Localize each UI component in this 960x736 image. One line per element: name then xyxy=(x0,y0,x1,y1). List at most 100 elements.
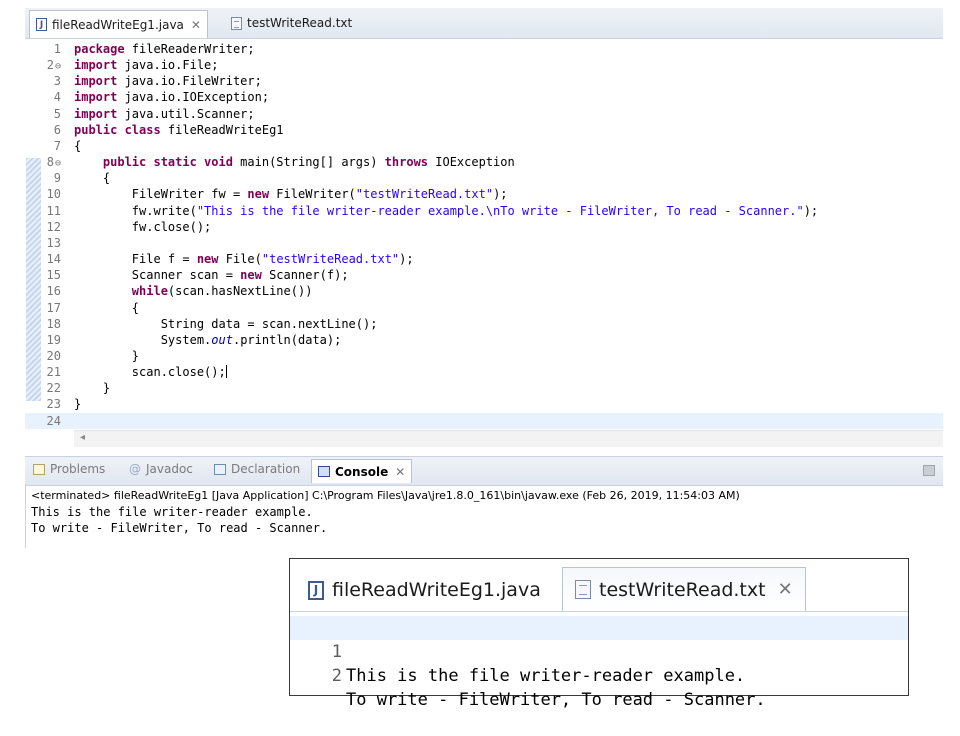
string-literal: "testWriteRead.txt" xyxy=(355,187,494,202)
code-text: java.io.File; xyxy=(117,58,219,73)
java-file-icon: J xyxy=(308,580,324,600)
code-line: 16 while(scan.hasNextLine()) xyxy=(25,283,943,299)
keyword: import xyxy=(74,74,118,89)
line-text: To write - FileWriter, To read - Scanner… xyxy=(346,690,766,710)
code-text: IOException xyxy=(428,155,515,170)
tab-javadoc[interactable]: @ Javadoc xyxy=(129,462,193,476)
code-text: .println(data); xyxy=(232,332,342,347)
code-text: FileWriter fw = xyxy=(131,187,248,202)
code-text: fw.close(); xyxy=(131,219,212,234)
static-field: out xyxy=(211,332,233,347)
minimize-icon[interactable] xyxy=(923,465,935,476)
tab-filereadwriteeg1-java[interactable]: J fileReadWriteEg1.java ✕ xyxy=(29,10,208,38)
code-line: 6 public class fileReadWriteEg1 xyxy=(25,122,943,138)
code-line: 1 package fileReaderWriter; xyxy=(25,41,943,57)
horizontal-scrollbar[interactable]: ◂ xyxy=(74,430,943,447)
java-file-icon: J xyxy=(36,18,47,31)
keyword: new xyxy=(196,252,219,267)
console-output-line: To write - FileWriter, To read - Scanner… xyxy=(31,521,328,535)
tab-label: Problems xyxy=(50,462,106,476)
editor-tab-bar: J fileReadWriteEg1.java ✕ testWriteRead.… xyxy=(25,8,943,39)
close-icon[interactable]: ✕ xyxy=(395,465,405,479)
console-tab-bar: Problems @ Javadoc Declaration Console ✕ xyxy=(25,456,943,486)
line-number: 24 xyxy=(46,413,61,428)
line-number: 7 xyxy=(53,138,61,153)
code-text: } xyxy=(74,397,82,412)
keyword: public static void xyxy=(102,155,233,170)
tab-testwriteread-txt[interactable]: testWriteRead.txt xyxy=(225,10,358,36)
line-text: This is the file writer-reader example. xyxy=(346,666,746,686)
line-number: 14 xyxy=(46,252,61,267)
line-number: 23 xyxy=(46,397,61,412)
code-text: { xyxy=(74,138,82,153)
tab-label: Javadoc xyxy=(146,462,193,476)
tab-filereadwriteeg1-java[interactable]: J fileReadWriteEg1.java xyxy=(296,571,553,609)
line-number: 13 xyxy=(46,235,61,250)
code-line: 5 import java.util.Scanner; xyxy=(25,106,943,122)
line-number: 11 xyxy=(46,203,61,218)
line-number: 10 xyxy=(46,187,61,202)
close-icon[interactable]: ✕ xyxy=(778,579,793,600)
console-view: Problems @ Javadoc Declaration Console ✕… xyxy=(25,456,943,548)
code-line: 19 System.out.println(data); xyxy=(25,332,943,348)
tab-label: Declaration xyxy=(231,462,301,476)
close-icon[interactable]: ✕ xyxy=(191,18,201,32)
tab-testwriteread-txt[interactable]: testWriteRead.txt ✕ xyxy=(562,567,806,611)
code-line: 18 String data = scan.nextLine(); xyxy=(25,316,943,332)
code-text: } xyxy=(131,348,140,363)
text-caret xyxy=(225,365,227,379)
line-number: 4 xyxy=(53,90,61,105)
code-text: (scan.hasNextLine()) xyxy=(167,284,313,299)
code-text: { xyxy=(131,300,140,315)
console-status: <terminated> fileReadWriteEg1 [Java Appl… xyxy=(31,489,740,502)
code-text: ); xyxy=(493,187,508,202)
tab-console[interactable]: Console ✕ xyxy=(311,459,413,483)
code-text: scan.close(); xyxy=(131,365,226,380)
line-number: 22 xyxy=(46,381,61,396)
scroll-left-icon[interactable]: ◂ xyxy=(80,432,85,443)
code-line: 20 } xyxy=(25,348,943,364)
line-number: 6 xyxy=(53,122,61,137)
line-number: 19 xyxy=(46,332,61,347)
tab-label: fileReadWriteEg1.java xyxy=(332,579,541,601)
code-line: 3 import java.io.FileWriter; xyxy=(25,73,943,89)
code-area[interactable]: 1 package fileReaderWriter; 2import java.… xyxy=(25,41,943,429)
keyword: import xyxy=(74,106,118,121)
txt-editor-window: J fileReadWriteEg1.java testWriteRead.tx… xyxy=(289,558,909,710)
code-text: String data = scan.nextLine(); xyxy=(160,316,378,331)
tab-problems[interactable]: Problems xyxy=(33,462,105,476)
keyword: while xyxy=(131,284,168,299)
code-line: 9 { xyxy=(25,170,943,186)
code-line: 21 scan.close(); xyxy=(25,364,943,380)
code-line: 11 fw.write("This is the file writer-rea… xyxy=(25,203,943,219)
code-text: File( xyxy=(218,252,262,267)
text-line[interactable]: 2 To write - FileWriter, To read - Scann… xyxy=(290,640,908,710)
line-number: 1 xyxy=(53,42,61,56)
line-number: 5 xyxy=(53,106,61,121)
code-text: System. xyxy=(160,332,212,347)
code-line: 10 FileWriter fw = new FileWriter("testW… xyxy=(25,186,943,202)
code-text: File f = xyxy=(131,252,197,267)
keyword: new xyxy=(247,187,270,202)
text-file-icon xyxy=(575,580,591,599)
code-text: } xyxy=(102,381,111,396)
problems-icon xyxy=(33,463,45,475)
keyword: import xyxy=(74,58,118,73)
tab-declaration[interactable]: Declaration xyxy=(214,462,300,476)
code-line: 2import java.io.File; xyxy=(25,57,943,73)
text-line[interactable]: 1 This is the file writer-reader example… xyxy=(290,616,908,686)
java-editor: J fileReadWriteEg1.java ✕ testWriteRead.… xyxy=(25,8,943,456)
code-line: 7{ xyxy=(25,138,943,154)
tab-label: testWriteRead.txt xyxy=(247,16,353,30)
txt-editor-tab-bar: J fileReadWriteEg1.java testWriteRead.tx… xyxy=(290,559,908,612)
line-number: 9 xyxy=(53,171,61,186)
code-line: 17 { xyxy=(25,300,943,316)
line-number: 16 xyxy=(46,284,61,299)
code-line: 12 fw.close(); xyxy=(25,219,943,235)
code-text: java.io.FileWriter; xyxy=(117,74,262,89)
code-text: fileReaderWriter; xyxy=(124,42,255,56)
console-output-line: This is the file writer-reader example. xyxy=(31,505,313,519)
code-text: java.util.Scanner; xyxy=(117,106,255,121)
tab-label: Console xyxy=(335,464,389,479)
code-text: ); xyxy=(399,252,414,267)
